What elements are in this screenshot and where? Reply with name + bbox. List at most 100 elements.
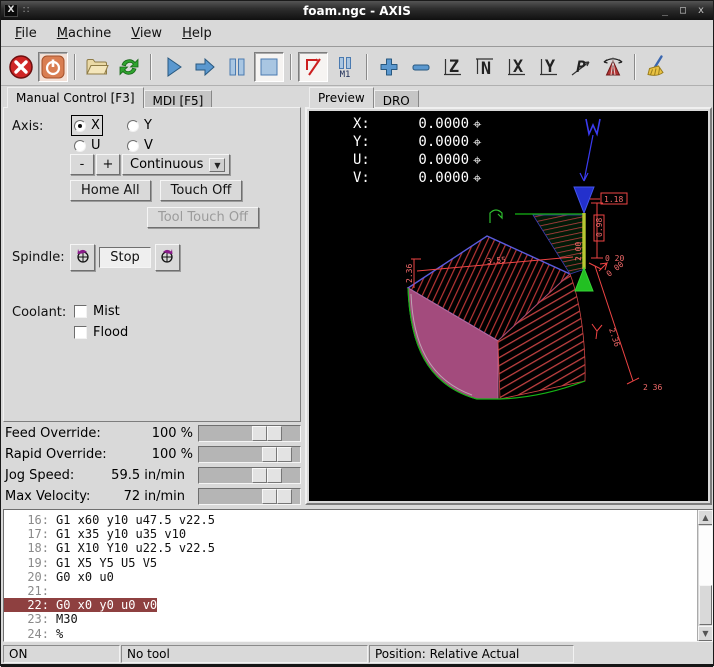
view-y-button[interactable]: Y	[534, 52, 564, 82]
slider-handle[interactable]	[262, 489, 292, 504]
pause-button[interactable]	[222, 52, 252, 82]
view-z-rotated-button[interactable]: N	[470, 52, 500, 82]
view-z-button[interactable]: Z	[438, 52, 468, 82]
gcode-line[interactable]: 19:G1 X5 Y5 U5 V5	[4, 556, 696, 570]
gcode-line[interactable]: 20:G0 x0 u0	[4, 570, 696, 584]
tool-arrowhead	[580, 173, 588, 181]
mist-checkbox[interactable]	[74, 305, 87, 318]
rapid-override-label: Rapid Override:	[5, 447, 107, 462]
slider-handle[interactable]	[252, 468, 282, 483]
home-all-button[interactable]: Home All	[70, 180, 151, 201]
scrollbar-thumb[interactable]	[699, 585, 712, 625]
rotate-view-button[interactable]	[598, 52, 628, 82]
scroll-down-arrow-icon[interactable]: ▼	[698, 626, 713, 641]
skip-lines-button[interactable]	[298, 52, 328, 82]
menu-machine[interactable]: Machine	[49, 23, 119, 44]
menu-view[interactable]: View	[123, 23, 170, 44]
view-perspective-button[interactable]: P	[566, 52, 596, 82]
open-file-button[interactable]	[82, 52, 112, 82]
radio-dot	[127, 120, 139, 132]
view-x-button[interactable]: X	[502, 52, 532, 82]
run-icon	[161, 55, 185, 79]
preview-canvas[interactable]: 1.18 0.98 0 20 0 00 2.36 2 36 2.36 3.55 …	[309, 111, 708, 501]
spindle-stop-button[interactable]: Stop	[99, 247, 151, 268]
spindle-label: Spindle:	[12, 250, 70, 265]
spindle-cw-button[interactable]	[155, 244, 180, 271]
gcode-line[interactable]: 21:	[4, 584, 696, 598]
axis-radio-y[interactable]: Y	[127, 118, 152, 133]
slider-handle[interactable]	[252, 426, 282, 441]
dro-axis-label: V:	[353, 170, 383, 186]
status-position-mode: Position: Relative Actual	[369, 645, 574, 663]
gcode-line[interactable]: 16:G1 x60 y10 u47.5 v22.5	[4, 513, 696, 527]
feed-override-slider[interactable]	[198, 425, 301, 442]
close-button[interactable]: x	[695, 5, 707, 17]
axis-radio-u[interactable]: U	[74, 138, 101, 153]
touch-off-button[interactable]: Touch Off	[160, 180, 243, 201]
gcode-line[interactable]: 18:G1 X10 Y10 u22.5 v22.5	[4, 541, 696, 555]
preview-tabs: Preview DRO	[309, 87, 419, 108]
zoom-out-button[interactable]	[406, 52, 436, 82]
optional-pause-button[interactable]: M1	[330, 52, 360, 82]
letter-x-icon: X	[505, 55, 529, 79]
minimize-button[interactable]: _	[659, 5, 671, 17]
stop-button[interactable]	[254, 52, 284, 82]
radio-dot	[74, 140, 86, 152]
unhomed-icon: ⌖	[473, 171, 481, 185]
gcode-line-active[interactable]: 22:G0 x0 y0 u0 v0	[4, 598, 696, 612]
mist-checkbox-row[interactable]: Mist	[74, 304, 120, 319]
max-velocity-value: 72 in/min	[124, 489, 185, 504]
svg-text:0 20: 0 20	[605, 254, 624, 263]
jog-plus-button[interactable]: +	[96, 154, 120, 175]
svg-text:2.00: 2.00	[574, 242, 583, 261]
axis-radio-x[interactable]: X	[74, 118, 100, 133]
spindle-ccw-button[interactable]	[70, 244, 95, 271]
zoom-in-button[interactable]	[374, 52, 404, 82]
dro-axis-label: Y:	[353, 134, 383, 150]
flood-label: Flood	[93, 325, 128, 340]
tab-manual-control[interactable]: Manual Control [F3]	[7, 87, 144, 108]
folder-icon	[84, 54, 110, 80]
menu-help[interactable]: Help	[174, 23, 220, 44]
slider-handle[interactable]	[262, 447, 292, 462]
gcode-listing[interactable]: 16:G1 x60 y10 u47.5 v22.5 17:G1 x35 y10 …	[3, 509, 713, 642]
step-button[interactable]	[190, 52, 220, 82]
preview-frame: 1.18 0.98 0 20 0 00 2.36 2 36 2.36 3.55 …	[305, 107, 712, 505]
flood-checkbox[interactable]	[74, 326, 87, 339]
gcode-scrollbar[interactable]: ▲ ▼	[697, 510, 712, 641]
jog-increment-dropdown[interactable]: Continuous ▼	[122, 154, 230, 175]
dro-axis-value: 0.0000	[383, 152, 469, 168]
rapid-override-value: 100 %	[152, 447, 193, 462]
svg-text:N: N	[481, 59, 491, 79]
svg-text:2.36: 2.36	[405, 264, 414, 283]
machine-on-button[interactable]	[38, 52, 68, 82]
toolbar-separator	[290, 54, 292, 80]
tab-preview[interactable]: Preview	[309, 87, 374, 108]
letter-z-icon: Z	[441, 55, 465, 79]
max-velocity-slider[interactable]	[198, 488, 301, 505]
rapid-override-slider[interactable]	[198, 446, 301, 463]
svg-text:3.55: 3.55	[486, 255, 506, 266]
scroll-up-arrow-icon[interactable]: ▲	[698, 510, 713, 525]
gcode-line[interactable]: 17:G1 x35 y10 u35 v10	[4, 527, 696, 541]
gcode-line[interactable]: 24:%	[4, 627, 696, 641]
maximize-button[interactable]: □	[677, 5, 689, 17]
jog-speed-slider[interactable]	[198, 467, 301, 484]
clear-plot-button[interactable]	[642, 52, 672, 82]
toolbar-separator	[74, 54, 76, 80]
tool-touch-off-button[interactable]: Tool Touch Off	[147, 207, 259, 228]
reload-button[interactable]	[114, 52, 144, 82]
axis-radio-v[interactable]: V	[127, 138, 153, 153]
run-button[interactable]	[158, 52, 188, 82]
pause-icon	[225, 55, 249, 79]
menu-file[interactable]: File	[7, 23, 45, 44]
toolbar: M1 Z N X Y P	[1, 48, 713, 86]
tab-mdi[interactable]: MDI [F5]	[144, 90, 213, 108]
flood-checkbox-row[interactable]: Flood	[74, 325, 128, 340]
estop-button[interactable]	[6, 52, 36, 82]
gcode-line[interactable]: 23:M30	[4, 612, 696, 626]
jog-minus-button[interactable]: -	[70, 154, 94, 175]
svg-text:Y: Y	[545, 57, 556, 77]
tab-dro[interactable]: DRO	[374, 90, 419, 108]
spindle-ccw-icon	[74, 247, 91, 268]
